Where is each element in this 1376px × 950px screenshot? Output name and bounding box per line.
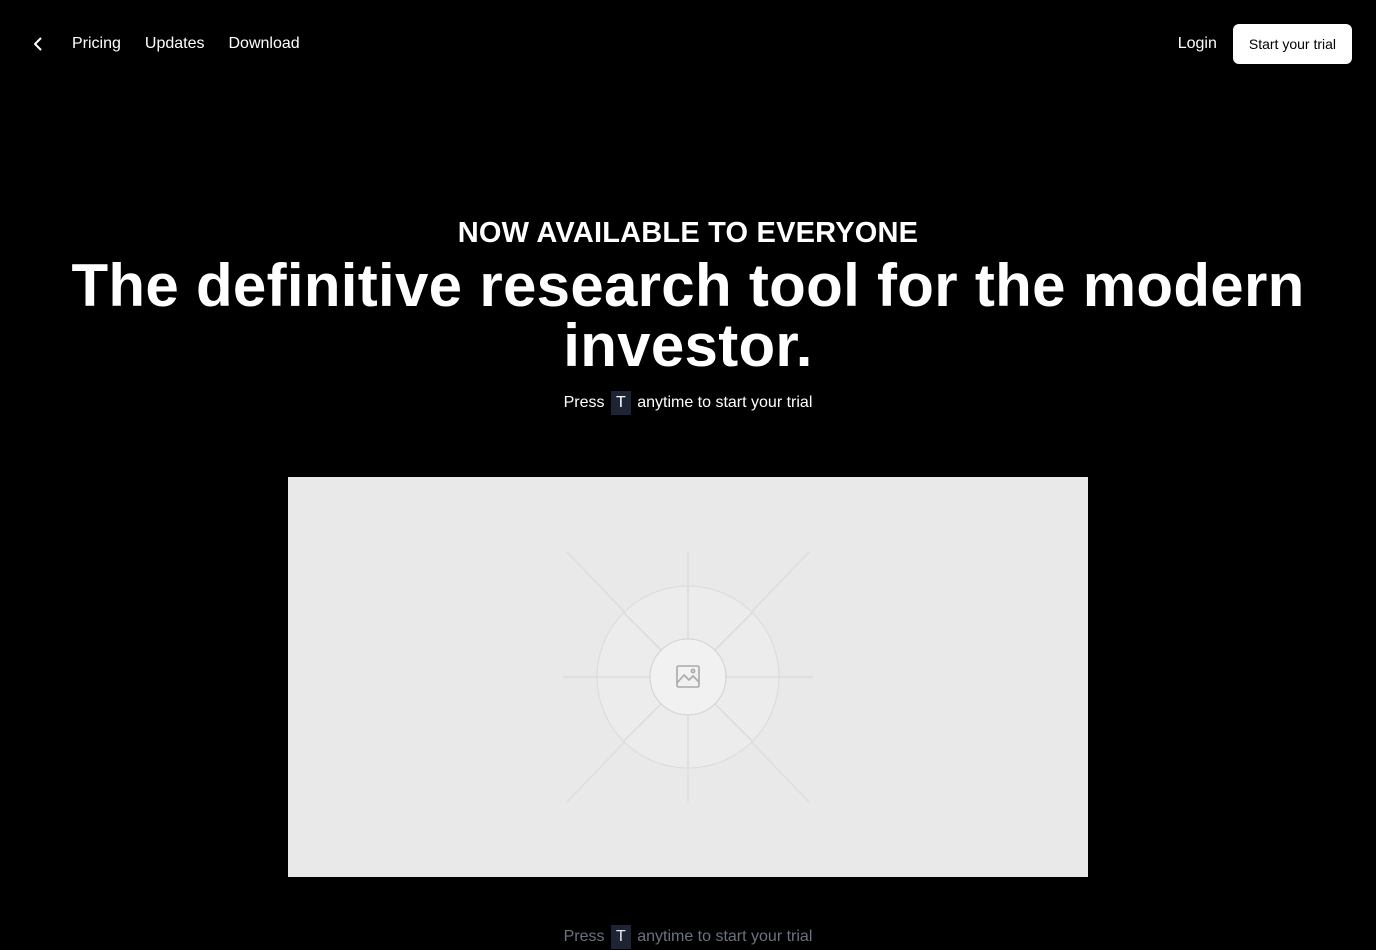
hint-key-badge: T [610, 391, 631, 415]
bottom-hint-suffix: anytime to start your trial [637, 928, 813, 945]
bottom-hint-prefix: Press [563, 928, 605, 945]
placeholder-graphic [563, 551, 813, 803]
nav-link-pricing[interactable]: Pricing [72, 33, 121, 55]
hint-prefix: Press [563, 394, 605, 411]
nav-actions: Login Start your trial [1178, 24, 1352, 64]
hero-section: NOW AVAILABLE TO EVERYONE The definitive… [0, 210, 1376, 415]
hero-image-placeholder [288, 477, 1088, 877]
nav-link-updates[interactable]: Updates [145, 33, 205, 55]
hint-suffix: anytime to start your trial [637, 394, 813, 411]
nav-links: Pricing Updates Download [72, 33, 300, 55]
top-navigation: Pricing Updates Download Login Start you… [0, 0, 1376, 88]
back-button[interactable] [24, 30, 52, 58]
nav-link-download[interactable]: Download [229, 33, 300, 55]
hero-headline: The definitive research tool for the mod… [71, 252, 1305, 379]
chevron-left-icon [34, 37, 42, 51]
login-link[interactable]: Login [1178, 33, 1217, 55]
start-trial-button[interactable]: Start your trial [1232, 24, 1352, 64]
bottom-keyboard-hint: Press T anytime to start your trial [0, 925, 1376, 949]
hero-eyebrow: NOW AVAILABLE TO EVERYONE [457, 217, 919, 249]
keyboard-hint: Press T anytime to start your trial [0, 391, 1376, 415]
bottom-hint-key-badge: T [610, 925, 631, 949]
